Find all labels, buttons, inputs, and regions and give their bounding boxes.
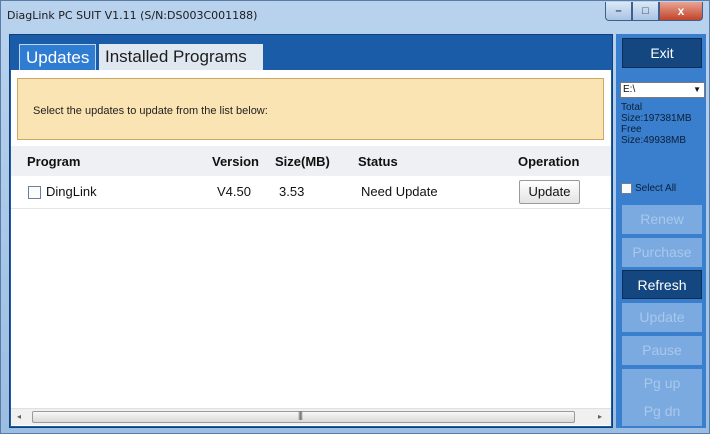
column-status: Status: [358, 154, 398, 169]
scrollbar-thumb[interactable]: |||: [32, 410, 575, 423]
row-checkbox[interactable]: [28, 186, 41, 199]
tab-installed-programs[interactable]: Installed Programs: [99, 44, 263, 70]
window-controls: – □ x: [605, 2, 703, 21]
table-header: Program Version Size(MB) Status Operatio…: [11, 146, 611, 176]
free-label: Free: [621, 124, 642, 135]
exit-button[interactable]: Exit: [622, 38, 702, 68]
title-bar: DiagLink PC SUIT V1.11 (S/N:DS003C001188…: [1, 1, 709, 31]
sidebar: Exit E:\ ▼ Total Size:197381MB Free Size…: [616, 34, 706, 428]
disk-info: Total Size:197381MB Free Size:49938MB: [621, 102, 705, 146]
total-size: Size:197381MB: [621, 113, 692, 124]
row-update-button[interactable]: Update: [519, 180, 580, 204]
chevron-down-icon[interactable]: ▼: [693, 83, 701, 97]
program-version: V4.50: [217, 184, 251, 199]
update-all-button[interactable]: Update: [622, 303, 702, 332]
scroll-left-icon[interactable]: ◂: [17, 412, 21, 421]
instruction-notice: Select the updates to update from the li…: [17, 78, 604, 140]
window-title: DiagLink PC SUIT V1.11 (S/N:DS003C001188…: [7, 9, 258, 22]
program-name: DingLink: [46, 184, 97, 199]
select-all-label: Select All: [635, 183, 677, 194]
column-operation: Operation: [518, 154, 580, 169]
select-all-box[interactable]: [621, 183, 632, 194]
updates-content: Select the updates to update from the li…: [11, 70, 611, 426]
column-version: Version: [212, 154, 259, 169]
maximize-button[interactable]: □: [632, 2, 659, 21]
column-size: Size(MB): [275, 154, 330, 169]
column-program: Program: [27, 154, 81, 169]
table-row: DingLink V4.50 3.53 Need Update Update: [11, 176, 611, 209]
notice-text: Select the updates to update from the li…: [33, 105, 268, 117]
close-button[interactable]: x: [659, 2, 703, 21]
grip-icon: |||: [298, 410, 303, 420]
free-size: Size:49938MB: [621, 135, 687, 146]
tab-updates[interactable]: Updates: [19, 44, 96, 70]
total-label: Total: [621, 102, 643, 113]
pause-button[interactable]: Pause: [622, 336, 702, 365]
program-size: 3.53: [279, 184, 305, 199]
refresh-button[interactable]: Refresh: [622, 270, 702, 299]
select-all-checkbox[interactable]: Select All: [621, 183, 676, 194]
scroll-right-icon[interactable]: ▸: [598, 412, 602, 421]
app-window: DiagLink PC SUIT V1.11 (S/N:DS003C001188…: [0, 0, 710, 434]
main-panel: Updates Installed Programs Select the up…: [9, 34, 613, 428]
drive-select[interactable]: E:\ ▼: [620, 82, 705, 98]
page-up-button[interactable]: Pg up: [622, 369, 702, 398]
program-status: Need Update: [361, 184, 438, 199]
horizontal-scrollbar[interactable]: ◂ ||| ▸: [11, 408, 611, 425]
drive-value: E:\: [623, 84, 636, 95]
renew-button[interactable]: Renew: [622, 205, 702, 234]
page-down-button[interactable]: Pg dn: [622, 397, 702, 426]
minimize-button[interactable]: –: [605, 2, 632, 21]
purchase-button[interactable]: Purchase: [622, 238, 702, 267]
